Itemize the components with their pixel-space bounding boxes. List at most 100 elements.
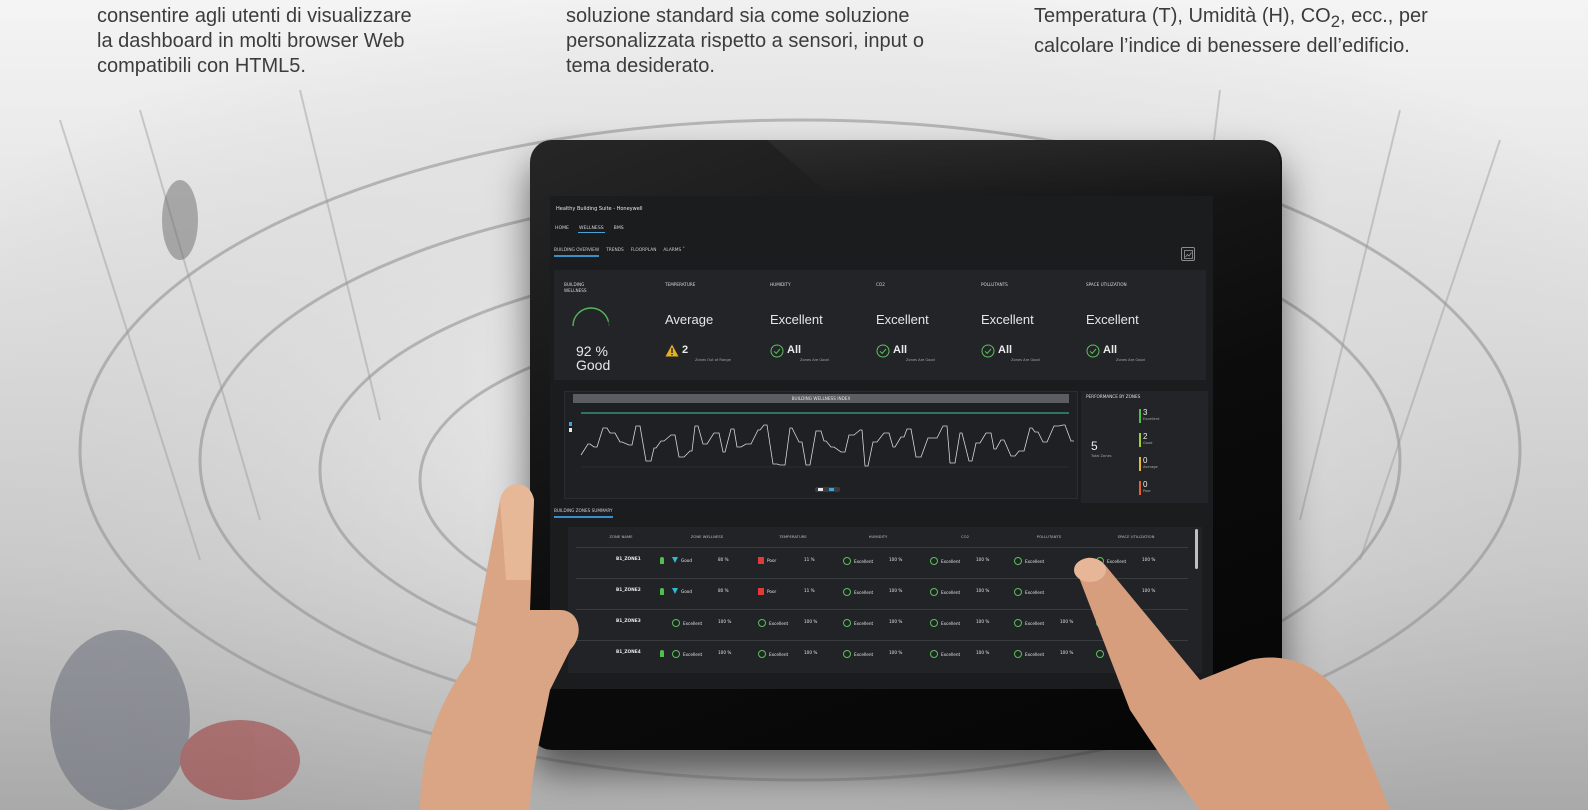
status-label: Excellent [941, 620, 961, 626]
legend-swatch [818, 488, 823, 491]
kpi-count: All Zones Are Good [1086, 344, 1145, 362]
status-cell: Excellent 100 % [672, 619, 731, 627]
status-label: Excellent [683, 651, 703, 657]
kpi-status: Excellent [770, 312, 823, 327]
col-header-zone-name[interactable]: ZONE NAME [596, 534, 646, 539]
export-button[interactable] [1181, 247, 1195, 261]
status-label: Excellent [941, 651, 961, 657]
chart-export-icon [1183, 249, 1193, 259]
kpi-title: SPACE UTILIZATION [1086, 282, 1127, 287]
status-cell: Excellent 100 % [1014, 619, 1073, 627]
kpi-note: Zones Are Good [800, 358, 829, 362]
kpi-count: All Zones Are Good [981, 344, 1040, 362]
check-circle-icon [1014, 650, 1022, 658]
kpi-note: Zones Are Good [1116, 358, 1145, 362]
status-percentage: 100 % [804, 619, 818, 624]
zone-name-cell: B1_ZONE4 [616, 650, 641, 655]
status-label: Excellent [1025, 589, 1045, 595]
zone-name-cell: B1_ZONE1 [616, 557, 641, 562]
tab-trends[interactable]: TRENDS [606, 248, 624, 257]
kpi-title: BUILDING WELLNESS [564, 282, 587, 293]
col-header-pollutants[interactable]: POLLUTANTS [1014, 534, 1084, 539]
tab-floorplan[interactable]: FLOORPLAN [631, 248, 657, 257]
kpi-count-value: 2 [682, 344, 689, 356]
status-percentage: 100 % [889, 650, 903, 655]
perf-count: 0 [1143, 456, 1148, 465]
col-header-space-utilization[interactable]: SPACE UTILIZATION [1096, 534, 1176, 539]
col-header-humidity[interactable]: HUMIDITY [843, 534, 913, 539]
nav-bms[interactable]: BMS [613, 225, 625, 233]
nav-home[interactable]: HOME [554, 225, 570, 233]
perf-row-average: 0 Average [1139, 456, 1158, 471]
chart-title: BUILDING WELLNESS INDEX [573, 394, 1069, 403]
kpi-title: TEMPERATURE [665, 282, 696, 287]
kpi-humidity[interactable]: HUMIDITY Excellent All Zones Are Good [770, 270, 870, 380]
perf-row-good: 2 Good [1139, 432, 1152, 447]
kpi-count: 2 Zones Out of Range [665, 344, 731, 362]
kpi-count: All Zones Are Good [770, 344, 829, 362]
kpi-count: All Zones Are Good [876, 344, 935, 362]
app-title: Healthy Building Suite - Honeywell [556, 206, 643, 212]
status-label: Excellent [769, 651, 789, 657]
status-cell: Poor 11 % [758, 557, 815, 564]
check-circle-icon [843, 588, 851, 596]
check-circle-icon [1014, 619, 1022, 627]
status-label: Excellent [1025, 651, 1045, 657]
occupancy-icon [660, 557, 664, 564]
kpi-count-value: All [998, 344, 1013, 356]
left-hand [420, 484, 579, 810]
occupancy-icon [660, 588, 664, 595]
status-percentage: 11 % [804, 557, 815, 562]
kpi-co2[interactable]: CO2 Excellent All Zones Are Good [876, 270, 976, 380]
status-label: Good [681, 557, 693, 563]
chart-legend[interactable] [815, 487, 840, 492]
tab-building-overview[interactable]: BUILDING OVERVIEW [554, 248, 600, 257]
total-zones-label: Total Zones [1091, 454, 1112, 458]
wellness-value: 92 % Good [576, 344, 610, 372]
status-label: Excellent [1025, 558, 1045, 564]
kpi-building-wellness[interactable]: BUILDING WELLNESS 92 % Good [564, 270, 654, 380]
status-label: Excellent [1025, 620, 1045, 626]
warning-icon [665, 344, 679, 357]
status-percentage: 100 % [889, 588, 903, 593]
caption-right: Temperatura (T), Umidità (H), CO2, ecc.,… [1034, 4, 1504, 56]
check-circle-icon [843, 557, 851, 565]
check-circle-icon [843, 619, 851, 627]
check-circle-icon [1014, 588, 1022, 596]
kpi-pollutants[interactable]: POLLUTANTS Excellent All Zones Are Good [981, 270, 1081, 380]
tab-alarms[interactable]: ALARMS [663, 248, 681, 257]
wellness-status: Good [576, 357, 611, 373]
good-status-icon [672, 557, 678, 563]
col-header-zone-wellness[interactable]: ZONE WELLNESS [672, 534, 742, 539]
wellness-index-chart[interactable]: BUILDING WELLNESS INDEX [564, 391, 1078, 499]
perf-count: 2 [1143, 432, 1148, 441]
status-cell: Excellent 100 % [843, 557, 902, 565]
status-label: Good [681, 588, 693, 594]
perf-label: Excellent [1143, 417, 1160, 421]
col-header-temperature[interactable]: TEMPERATURE [758, 534, 828, 539]
status-cell: Excellent 100 % [930, 588, 989, 596]
caption-center: soluzione standard sia come soluzione pe… [566, 5, 924, 77]
kpi-status: Excellent [981, 312, 1034, 327]
col-header-co2[interactable]: CO2 [930, 534, 1000, 539]
caption-left: consentire agli utenti di visualizzare l… [97, 5, 412, 77]
status-cell: Good 80 % [672, 588, 729, 594]
check-circle-icon [930, 650, 938, 658]
top-navigation: HOME WELLNESS BMS [554, 225, 625, 233]
status-label: Excellent [683, 620, 703, 626]
kpi-temperature[interactable]: TEMPERATURE Average 2 Zones Out of Range [665, 270, 765, 380]
perf-label: Poor [1143, 489, 1151, 493]
nav-wellness[interactable]: WELLNESS [577, 225, 605, 233]
status-percentage: 100 % [976, 619, 990, 624]
kpi-status: Excellent [876, 312, 929, 327]
caption-right-line2: calcolare l’indice di benessere dell’edi… [1034, 35, 1410, 56]
kpi-title: CO2 [876, 282, 885, 287]
check-circle-icon [758, 650, 766, 658]
kpi-count-value: All [893, 344, 908, 356]
status-cell: Excellent 100 % [843, 650, 902, 658]
kpi-status: Excellent [1086, 312, 1139, 327]
status-cell: Excellent 100 % [930, 557, 989, 565]
check-circle-icon [1086, 344, 1100, 358]
kpi-space-utilization[interactable]: SPACE UTILIZATION Excellent All Zones Ar… [1086, 270, 1196, 380]
status-percentage: 100 % [889, 619, 903, 624]
